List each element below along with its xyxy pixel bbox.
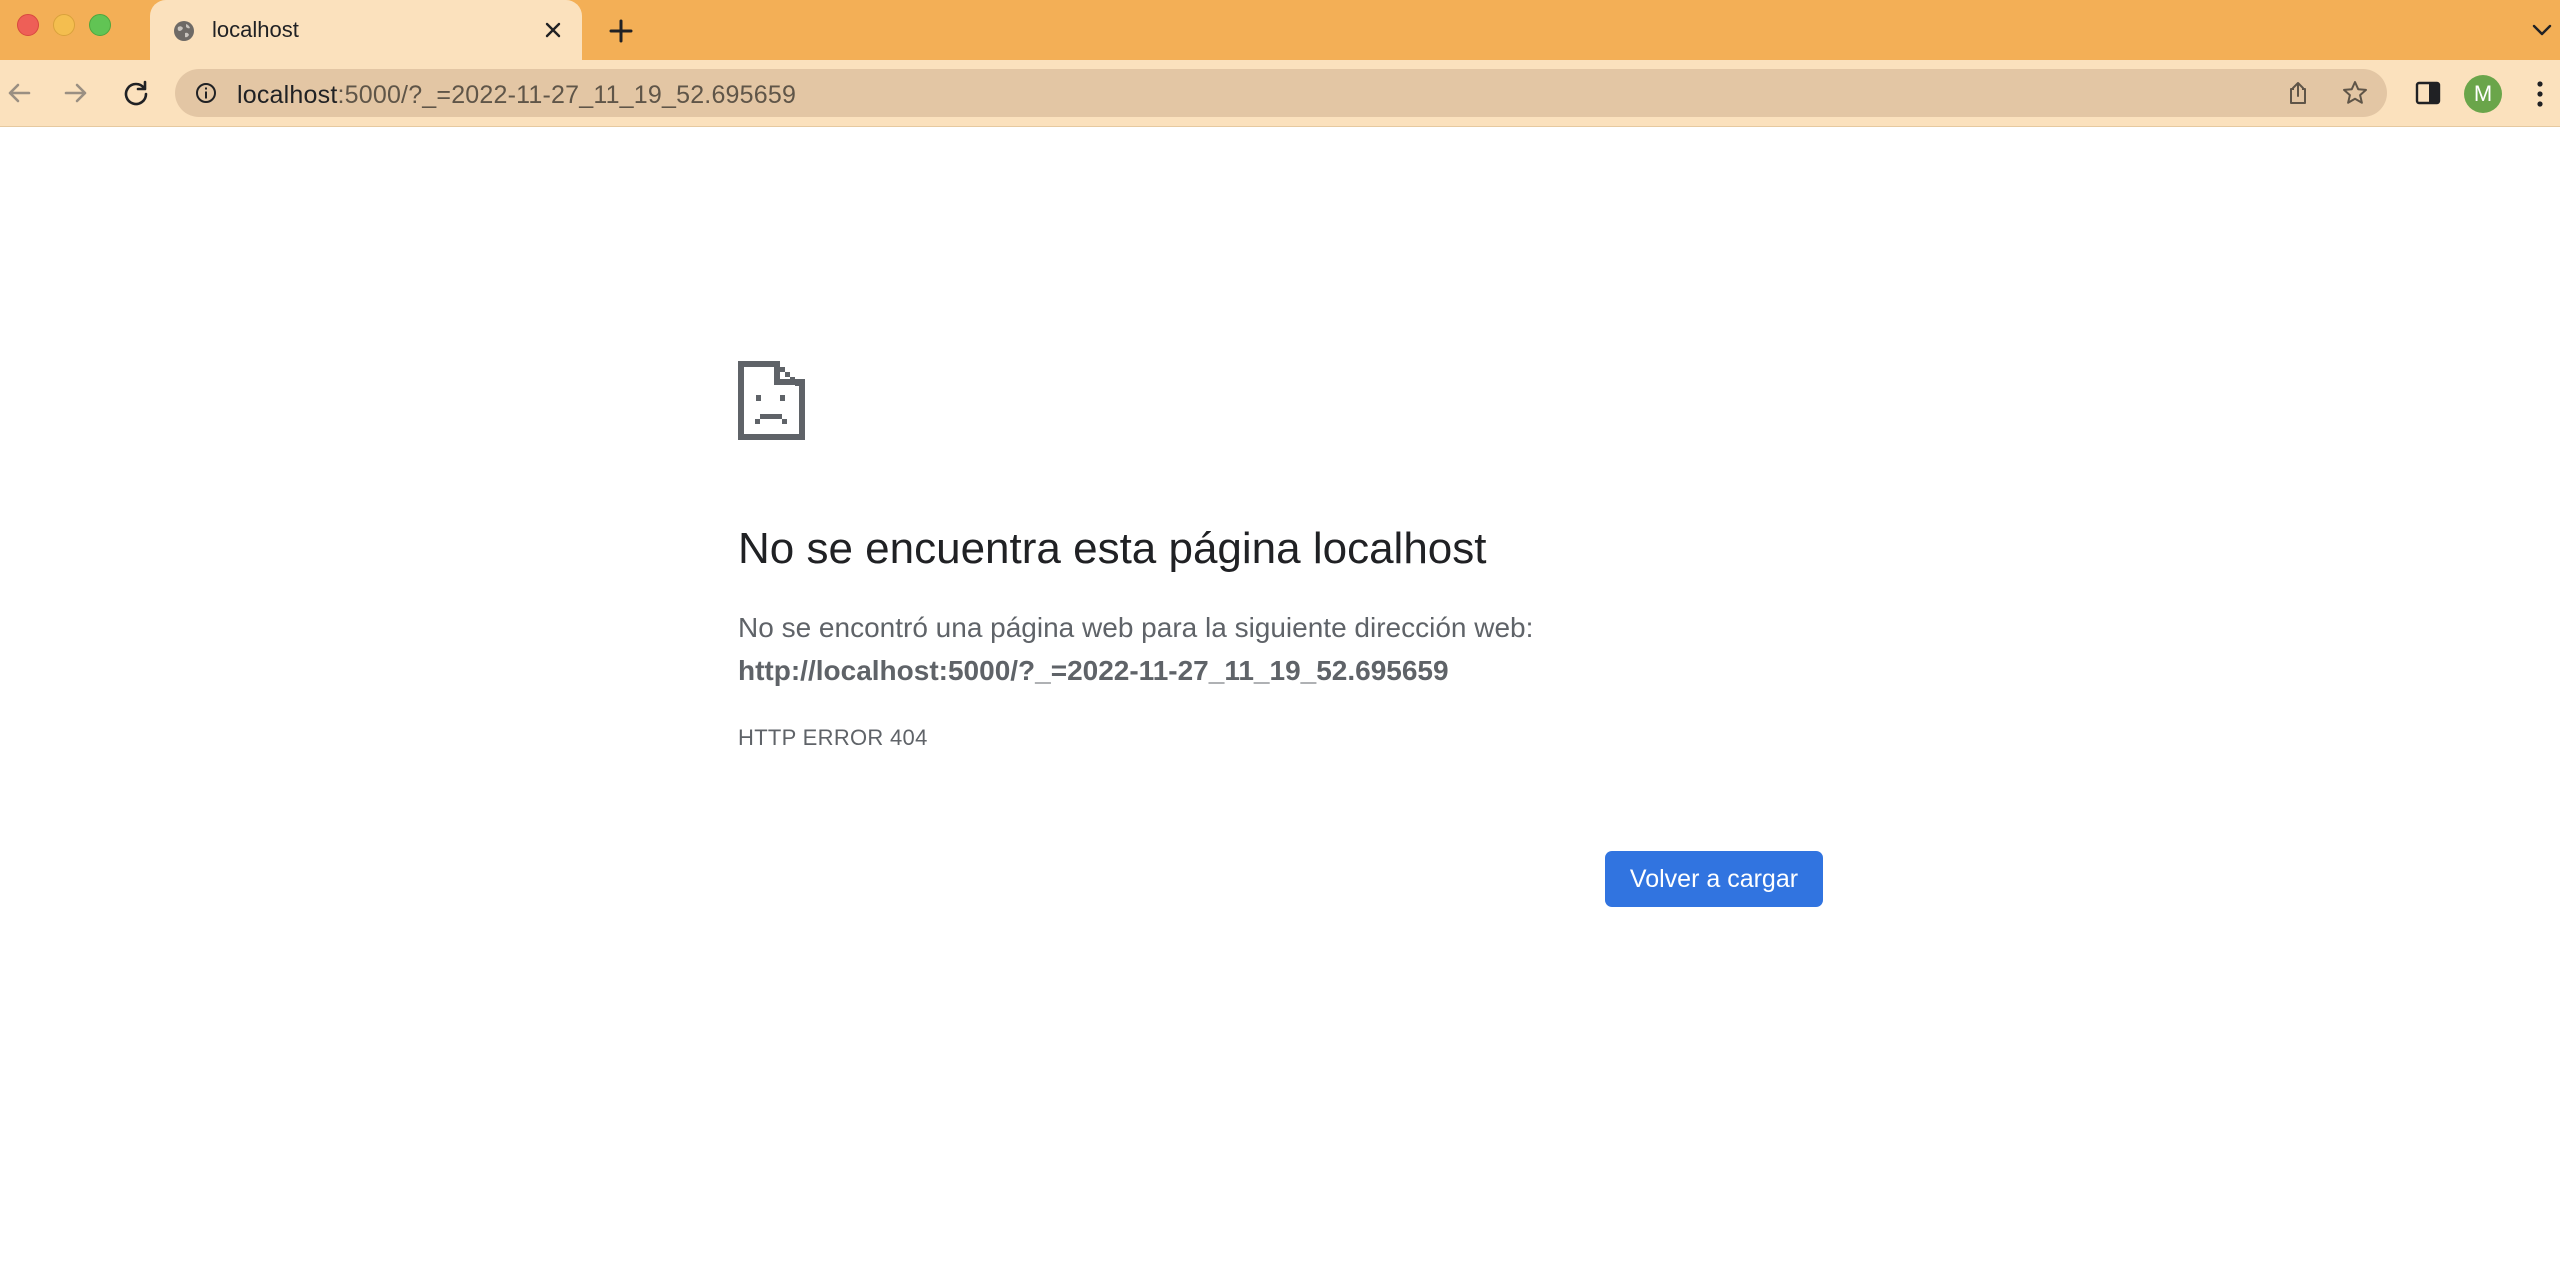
window-zoom-button[interactable] bbox=[89, 14, 111, 36]
share-icon[interactable] bbox=[2285, 80, 2311, 106]
tab-localhost[interactable]: localhost bbox=[150, 0, 582, 60]
kebab-menu-button[interactable] bbox=[2526, 75, 2554, 113]
side-panel-icon bbox=[2415, 81, 2441, 105]
arrow-left-icon bbox=[8, 83, 31, 103]
window-minimize-button[interactable] bbox=[53, 14, 75, 36]
reload-icon bbox=[124, 80, 148, 106]
url-text[interactable]: localhost:5000/?_=2022-11-27_11_19_52.69… bbox=[237, 81, 796, 110]
reload-button[interactable] bbox=[115, 72, 157, 114]
reload-page-button[interactable]: Volver a cargar bbox=[1605, 851, 1823, 907]
tab-search-button[interactable] bbox=[2528, 16, 2556, 44]
error-code: HTTP ERROR 404 bbox=[738, 725, 928, 750]
plus-icon bbox=[609, 19, 633, 43]
side-panel-button[interactable] bbox=[2410, 75, 2446, 111]
avatar[interactable]: M bbox=[2464, 75, 2502, 113]
globe-icon bbox=[174, 21, 194, 41]
chevron-down-icon bbox=[2532, 24, 2552, 36]
info-icon[interactable] bbox=[195, 82, 217, 104]
forward-button[interactable] bbox=[55, 72, 97, 114]
more-vertical-icon bbox=[2537, 81, 2543, 107]
tab-strip: localhost bbox=[0, 0, 2560, 60]
url-path: :5000/?_=2022-11-27_11_19_52.695659 bbox=[337, 81, 797, 109]
tab-title: localhost bbox=[212, 17, 299, 42]
back-button[interactable] bbox=[0, 72, 40, 114]
error-url: http://localhost:5000/?_=2022-11-27_11_1… bbox=[738, 655, 1449, 686]
window-close-button[interactable] bbox=[17, 14, 39, 36]
browser-toolbar: localhost:5000/?_=2022-11-27_11_19_52.69… bbox=[0, 60, 2560, 127]
url-host: localhost bbox=[237, 81, 338, 109]
bookmark-star-icon[interactable] bbox=[2341, 79, 2369, 107]
new-tab-button[interactable] bbox=[604, 14, 638, 48]
error-title: No se encuentra esta página localhost bbox=[738, 524, 1487, 573]
address-bar[interactable]: localhost:5000/?_=2022-11-27_11_19_52.69… bbox=[175, 69, 2387, 117]
error-description: No se encontró una página web para la si… bbox=[738, 612, 1534, 643]
sad-document-icon bbox=[738, 361, 805, 440]
close-icon[interactable] bbox=[540, 17, 566, 43]
arrow-right-icon bbox=[64, 83, 87, 103]
